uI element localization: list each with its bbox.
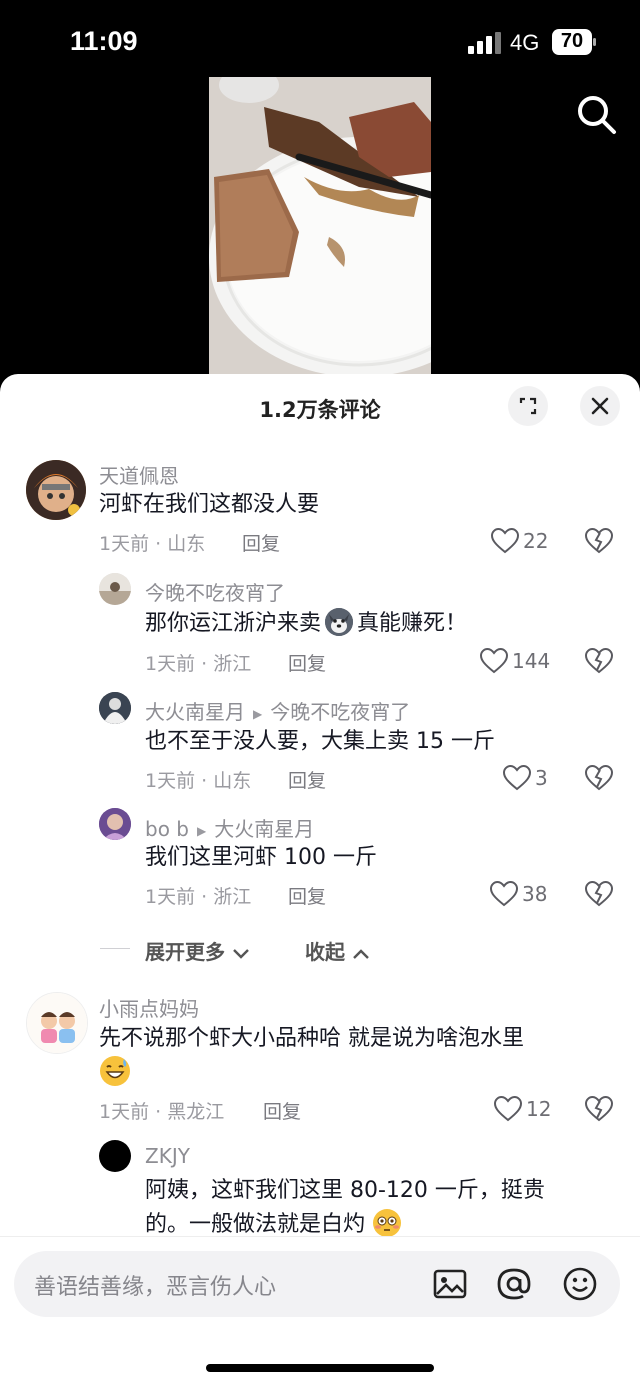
comment-author[interactable]: ZKJY	[145, 1144, 190, 1168]
dislike-icon[interactable]	[585, 528, 613, 554]
close-icon	[591, 397, 609, 415]
home-indicator[interactable]	[206, 1364, 434, 1372]
video-thumbnail[interactable]	[209, 77, 431, 377]
avatar[interactable]	[99, 692, 131, 724]
close-sheet-button[interactable]	[580, 386, 620, 426]
reply-to-name[interactable]: 大火南星月	[214, 817, 314, 841]
collapse-label: 收起	[305, 940, 345, 964]
comment-author[interactable]: 大火南星月 ▶ 今晚不吃夜宵了	[145, 696, 410, 725]
like-icon[interactable]	[490, 881, 518, 907]
comment-text: 也不至于没人要，大集上卖 15 一斤	[145, 729, 495, 754]
reply-button[interactable]: 回复	[288, 649, 326, 676]
status-bar: 11:09 4G 70	[0, 0, 640, 80]
comment-author[interactable]: 天道佩恩	[99, 460, 179, 489]
like-count: 38	[522, 882, 548, 906]
reply-arrow-icon: ▶	[196, 823, 207, 838]
author-name[interactable]: bo b	[145, 817, 189, 841]
comment-text: 那你运江浙沪来卖 真能赚死！	[145, 607, 467, 641]
signal-icon	[468, 32, 501, 54]
comment-input[interactable]: 善语结善缘，恶言伤人心	[14, 1251, 620, 1317]
avatar-image	[99, 573, 131, 605]
comment-time-location: 1天前 · 浙江	[145, 886, 252, 908]
comment-text: 阿姨，这虾我们这里 80-120 一斤，挺贵	[145, 1178, 545, 1203]
reply-button[interactable]: 回复	[242, 529, 280, 556]
comment-time-location: 1天前 · 山东	[99, 533, 206, 555]
comment-text-part: 的。一般做法就是白灼	[145, 1212, 366, 1237]
comment-text-emoji-line	[99, 1056, 131, 1090]
comment-time-location: 1天前 · 山东	[145, 770, 252, 792]
comment-time-location: 1天前 · 黑龙江	[99, 1101, 225, 1123]
like-count: 12	[526, 1097, 552, 1121]
divider	[100, 948, 130, 949]
like-icon[interactable]	[494, 1096, 522, 1122]
avatar[interactable]	[99, 1140, 131, 1172]
network-label: 4G	[510, 30, 540, 55]
comment-text-part: 那你运江浙沪来卖	[145, 611, 322, 636]
comment-author[interactable]: 小雨点妈妈	[99, 993, 199, 1022]
reply-to-name[interactable]: 今晚不吃夜宵了	[270, 700, 410, 724]
expand-more-label: 展开更多	[145, 940, 225, 964]
chevron-up-icon	[353, 948, 369, 959]
reply-arrow-icon: ▶	[253, 706, 263, 721]
avatar-image	[27, 993, 87, 1053]
expand-more-button[interactable]: 展开更多	[145, 936, 250, 965]
comment-author[interactable]: 今晚不吃夜宵了	[145, 577, 285, 606]
comment-text-part: 真能赚死！	[357, 611, 468, 636]
comment-text: 河虾在我们这都没人要	[99, 492, 320, 517]
food-plate-image	[209, 77, 431, 377]
emoji-icon[interactable]	[562, 1266, 598, 1302]
replies-toggle-row: 展开更多 收起	[0, 934, 640, 964]
flushed-emoji-icon	[372, 1208, 402, 1238]
husky-emoji-icon	[325, 608, 354, 636]
status-time: 11:09	[70, 26, 138, 56]
avatar-image	[26, 460, 86, 520]
comment-text: 先不说那个虾大小品种哈 就是说为啥泡水里	[99, 1026, 524, 1051]
like-count: 3	[535, 766, 548, 790]
avatar-image	[99, 808, 131, 840]
chevron-down-icon	[233, 948, 249, 959]
comment-time-location: 1天前 · 浙江	[145, 653, 252, 675]
avatar[interactable]	[99, 573, 131, 605]
dislike-icon[interactable]	[585, 1096, 613, 1122]
image-icon[interactable]	[432, 1266, 468, 1302]
author-name[interactable]: 大火南星月	[145, 700, 245, 724]
sweat-smile-emoji-icon	[99, 1055, 131, 1087]
search-icon[interactable]	[574, 92, 618, 136]
comment-author[interactable]: bo b ▶ 大火南星月	[145, 813, 314, 842]
like-icon[interactable]	[480, 648, 508, 674]
reply-button[interactable]: 回复	[288, 882, 326, 909]
comments-sheet: 1.2万条评论 天道佩恩 河虾在我们这都没人要 1天前 · 山东 回复 22 今…	[0, 374, 640, 1385]
like-count: 22	[523, 529, 549, 553]
like-icon[interactable]	[503, 765, 531, 791]
expand-sheet-button[interactable]	[508, 386, 548, 426]
avatar[interactable]	[26, 992, 88, 1054]
mention-icon[interactable]	[496, 1266, 532, 1302]
like-count: 144	[512, 649, 551, 673]
expand-icon	[519, 397, 537, 415]
dislike-icon[interactable]	[585, 765, 613, 791]
dislike-icon[interactable]	[585, 648, 613, 674]
collapse-button[interactable]: 收起	[305, 936, 370, 965]
battery-level: 70	[560, 30, 584, 52]
avatar[interactable]	[99, 808, 131, 840]
avatar[interactable]	[26, 460, 86, 520]
comment-text: 我们这里河虾 100 一斤	[145, 845, 377, 870]
reply-button[interactable]: 回复	[288, 766, 326, 793]
comment-input-placeholder: 善语结善缘，恶言伤人心	[34, 1275, 277, 1300]
avatar-image	[99, 692, 131, 724]
like-icon[interactable]	[491, 528, 519, 554]
reply-button[interactable]: 回复	[263, 1097, 301, 1124]
dislike-icon[interactable]	[585, 881, 613, 907]
